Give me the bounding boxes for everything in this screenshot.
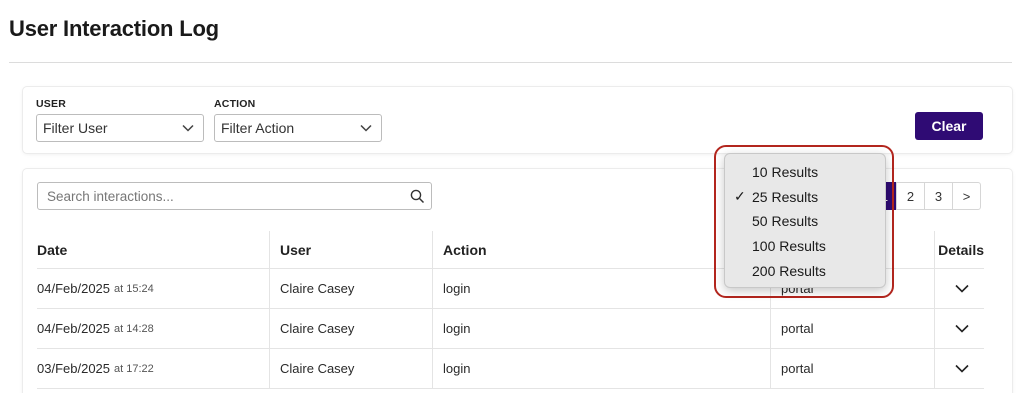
- option-label: 50 Results: [752, 213, 819, 230]
- page-title: User Interaction Log: [9, 16, 219, 41]
- option-label: 100 Results: [752, 238, 826, 255]
- action-filter-select[interactable]: Filter Action: [214, 114, 382, 142]
- user-filter-group: USER Filter User: [36, 98, 204, 142]
- user-filter-select[interactable]: Filter User: [36, 114, 204, 142]
- results-option-25[interactable]: ✓ 25 Results: [725, 185, 885, 210]
- results-option-100[interactable]: 100 Results: [725, 234, 885, 259]
- details-cell: [934, 269, 984, 308]
- results-option-10[interactable]: 10 Results: [725, 160, 885, 185]
- application-cell: portal: [770, 349, 934, 388]
- page-button-2[interactable]: 2: [896, 182, 925, 210]
- details-cell: [934, 309, 984, 348]
- user-filter-value: Filter User: [43, 120, 108, 136]
- column-header-date[interactable]: Date: [37, 231, 269, 268]
- chevron-down-icon[interactable]: [954, 324, 969, 333]
- column-header-user[interactable]: User: [269, 231, 432, 268]
- chevron-down-icon[interactable]: [954, 284, 969, 293]
- action-filter-group: ACTION Filter Action: [214, 98, 382, 142]
- page-button-3[interactable]: 3: [924, 182, 953, 210]
- user-filter-label: USER: [36, 98, 66, 110]
- user-cell: Claire Casey: [269, 309, 432, 348]
- chevron-down-icon: [360, 124, 372, 132]
- chevron-down-icon: [182, 124, 194, 132]
- time-value: at 15:24: [114, 282, 154, 295]
- table-row: 04/Feb/2025 at 14:28 Claire Casey login …: [37, 309, 984, 349]
- date-value: 03/Feb/2025: [37, 361, 111, 376]
- clear-button[interactable]: Clear: [915, 112, 983, 140]
- option-label: 10 Results: [752, 164, 819, 181]
- date-cell: 04/Feb/2025 at 15:24: [37, 269, 269, 308]
- action-cell: login: [432, 349, 770, 388]
- time-value: at 14:28: [114, 322, 154, 335]
- user-cell: Claire Casey: [269, 349, 432, 388]
- action-filter-label: ACTION: [214, 98, 256, 110]
- results-per-page-menu: 10 Results ✓ 25 Results 50 Results 100 R…: [724, 153, 886, 288]
- action-filter-value: Filter Action: [221, 120, 295, 136]
- filter-panel: USER Filter User ACTION Filter Action Cl…: [23, 87, 1012, 153]
- search-icon[interactable]: [410, 189, 425, 204]
- page: User Interaction Log USER Filter User AC…: [0, 0, 1024, 393]
- option-label: 200 Results: [752, 262, 826, 279]
- results-option-200[interactable]: 200 Results: [725, 258, 885, 283]
- next-page-button[interactable]: >: [952, 182, 981, 210]
- date-value: 04/Feb/2025: [37, 281, 111, 296]
- checkmark-icon: ✓: [734, 188, 746, 205]
- search-field[interactable]: [37, 182, 432, 210]
- user-cell: Claire Casey: [269, 269, 432, 308]
- search-input[interactable]: [47, 188, 387, 204]
- date-cell: 03/Feb/2025 at 17:22: [37, 349, 269, 388]
- results-option-50[interactable]: 50 Results: [725, 209, 885, 234]
- application-cell: portal: [770, 309, 934, 348]
- time-value: at 17:22: [114, 362, 154, 375]
- table-row: 03/Feb/2025 at 17:22 Claire Casey login …: [37, 349, 984, 389]
- title-divider: [9, 62, 1012, 63]
- column-header-details: Details: [934, 231, 984, 268]
- option-label: 25 Results: [752, 188, 819, 205]
- details-cell: [934, 349, 984, 388]
- date-cell: 04/Feb/2025 at 14:28: [37, 309, 269, 348]
- chevron-down-icon[interactable]: [954, 364, 969, 373]
- action-cell: login: [432, 309, 770, 348]
- date-value: 04/Feb/2025: [37, 321, 111, 336]
